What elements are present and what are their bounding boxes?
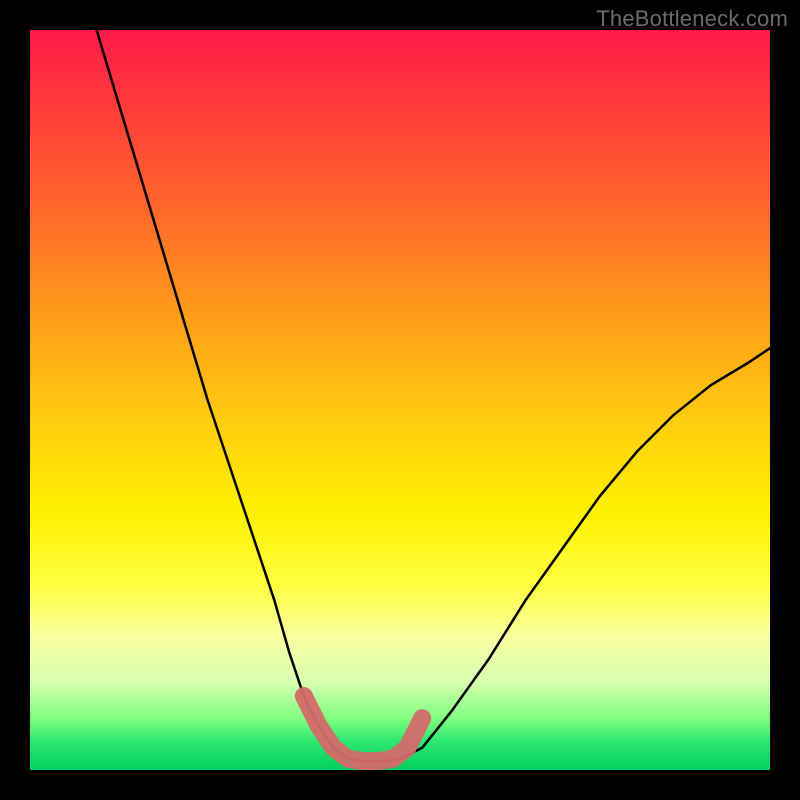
chart-frame	[30, 30, 770, 770]
chart-svg	[30, 30, 770, 770]
bottleneck-curve-path	[97, 30, 770, 761]
optimal-zone-path	[304, 696, 422, 761]
watermark-text: TheBottleneck.com	[596, 6, 788, 32]
